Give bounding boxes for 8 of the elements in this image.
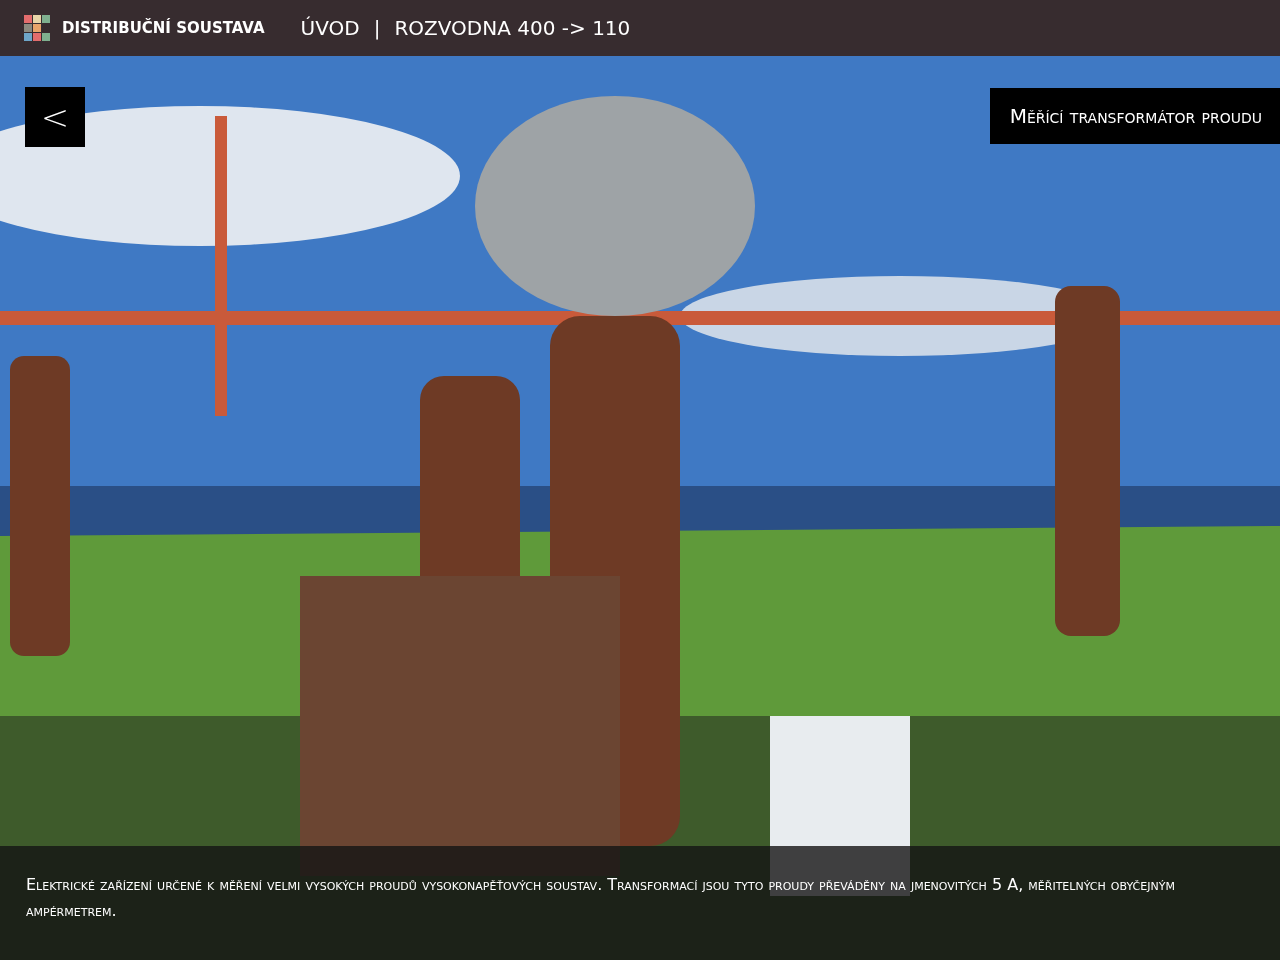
breadcrumb-item[interactable]: ROZVODNA 400 -> 110 <box>394 16 631 40</box>
component-title: Měřící transformátor proudu <box>989 88 1280 144</box>
logo-icon <box>24 15 50 41</box>
back-button[interactable]: < <box>25 87 85 147</box>
app-title[interactable]: DISTRIBUČNÍ SOUSTAVA <box>62 19 265 37</box>
breadcrumb-separator: | <box>373 16 381 40</box>
description-text: Elektrické zařízení určené k měření velmi vysokých proudů vysokonapěťových soustav. Transformací jsou tyto proudy převáděny na jmenovitých 5 A, měřitelných obyčejným ampérmetrem. <box>0 846 1280 960</box>
breadcrumb-item[interactable]: ÚVOD <box>300 16 360 40</box>
